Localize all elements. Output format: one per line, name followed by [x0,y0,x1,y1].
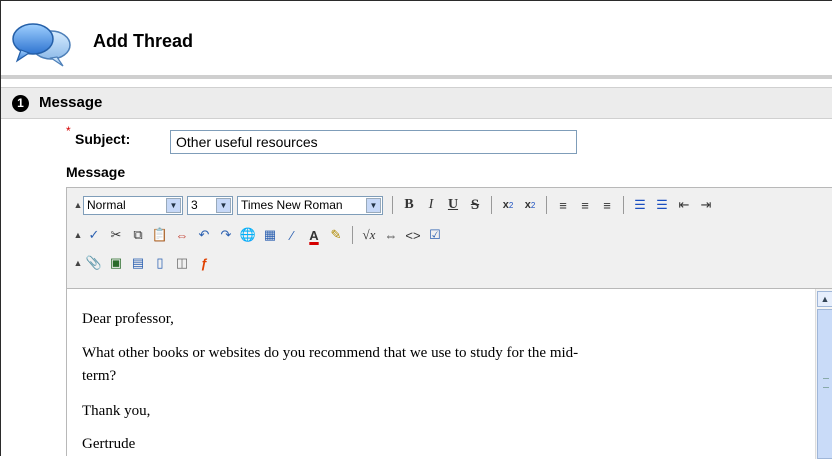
toolbar-separator [491,196,492,214]
toolbar-collapse-icon[interactable]: ▲ [73,230,83,240]
superscript-button[interactable]: x2 [521,195,539,215]
message-line: term? [82,368,117,384]
find-replace-icon[interactable]: ⇔ [173,225,191,245]
page-title: Add Thread [93,31,194,51]
page-header: Add Thread [1,1,832,75]
size-select[interactable]: 3 ▼ [187,195,233,215]
font-color-icon[interactable]: A [305,225,323,245]
math-equation-icon[interactable]: √x [360,225,378,245]
toolbar-row-1: ▲ Normal ▼ 3 ▼ Times New Roman ▼ B I U S… [67,193,717,217]
font-select[interactable]: Times New Roman ▼ [237,195,383,215]
font-select-value: Times New Roman [241,198,343,212]
outdent-icon[interactable]: ⇤ [675,195,693,215]
toolbar-separator [352,226,353,244]
unordered-list-icon[interactable]: ☰ [653,195,671,215]
toolbar-row-3: ▲ 📎 ▣ ▤ ▯ ◫ ƒ [67,251,215,275]
chevron-down-icon: ▼ [366,197,381,213]
toolbar-separator [623,196,624,214]
editor-toolbar: ▲ Normal ▼ 3 ▼ Times New Roman ▼ B I U S… [67,188,832,289]
required-marker: * [66,124,71,138]
step-section-header: 1 Message [1,87,832,119]
cut-icon[interactable]: ✂ [107,225,125,245]
bold-button[interactable]: B [400,195,418,215]
step-title: Message [39,94,103,111]
rich-text-editor: ▲ Normal ▼ 3 ▼ Times New Roman ▼ B I U S… [66,187,832,459]
insert-media-icon[interactable]: ▤ [129,253,147,273]
toolbar-collapse-icon[interactable]: ▲ [73,258,83,268]
toolbar-collapse-icon[interactable]: ▲ [73,200,83,210]
html-code-icon[interactable]: <> [404,225,422,245]
underline-button[interactable]: U [444,195,462,215]
size-select-value: 3 [191,198,198,212]
attach-file-icon[interactable]: 📎 [85,253,103,273]
subject-label: Subject: [75,131,131,147]
undo-icon[interactable]: ↶ [195,225,213,245]
indent-icon[interactable]: ⇥ [697,195,715,215]
align-left-icon[interactable]: ≡ [554,195,572,215]
align-right-icon[interactable]: ≡ [598,195,616,215]
redo-icon[interactable]: ↷ [217,225,235,245]
message-signature: Gertrude [82,436,136,452]
thumb-grip-icon [823,378,829,388]
format-select-value: Normal [87,198,126,212]
insert-document-icon[interactable]: ▯ [151,253,169,273]
view-source-icon[interactable]: ⇔ [382,225,400,245]
format-select[interactable]: Normal ▼ [83,195,183,215]
insert-audio-icon[interactable]: ◫ [173,253,191,273]
scroll-up-arrow-icon[interactable]: ▲ [817,291,832,307]
link-icon[interactable]: 🌐 [239,225,257,245]
subscript-button[interactable]: x2 [499,195,517,215]
spellcheck-icon[interactable]: ✓ [85,225,103,245]
toolbar-separator [392,196,393,214]
scrollbar-thumb[interactable] [817,309,832,459]
copy-icon[interactable]: ⧉ [129,225,147,245]
insert-image-icon[interactable]: ▣ [107,253,125,273]
speech-bubbles-icon [12,23,71,67]
header-divider [1,75,832,79]
message-line: What other books or websites do you reco… [82,345,579,361]
horizontal-rule-icon[interactable]: ⁄ [283,225,301,245]
message-greeting: Dear professor, [82,311,174,327]
preview-icon[interactable]: ☑ [426,225,444,245]
step-number-badge: 1 [12,95,29,112]
ordered-list-icon[interactable]: ☰ [631,195,649,215]
message-label: Message [66,164,126,180]
strikethrough-button[interactable]: S [466,195,484,215]
italic-button[interactable]: I [422,195,440,215]
flash-icon[interactable]: ƒ [195,253,213,273]
message-closing: Thank you, [82,403,151,419]
align-center-icon[interactable]: ≡ [576,195,594,215]
toolbar-row-2: ▲ ✓ ✂ ⧉ 📋 ⇔ ↶ ↷ 🌐 ▦ ⁄ A ✎ √x ⇔ <> ☑ [67,223,446,247]
editor-scrollbar[interactable]: ▲ [815,289,832,459]
subject-input[interactable] [170,130,577,154]
highlight-color-icon[interactable]: ✎ [327,225,345,245]
chevron-down-icon: ▼ [216,197,231,213]
toolbar-separator [546,196,547,214]
paste-icon[interactable]: 📋 [151,225,169,245]
chevron-down-icon: ▼ [166,197,181,213]
table-icon[interactable]: ▦ [261,225,279,245]
editor-content-area[interactable]: Dear professor, What other books or webs… [67,289,815,459]
